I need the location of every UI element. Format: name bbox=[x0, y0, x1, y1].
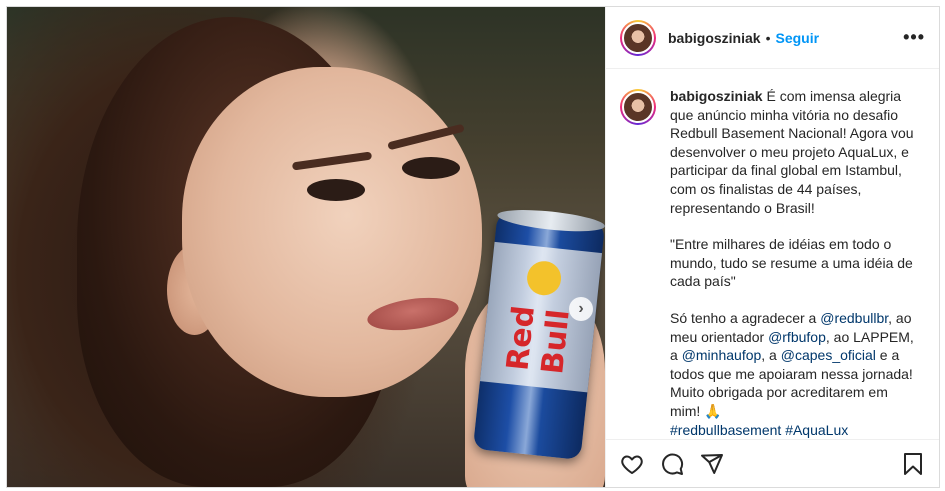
header-username[interactable]: babigosziniak bbox=[668, 30, 761, 46]
photo-eye-right bbox=[402, 157, 460, 179]
post-actions bbox=[606, 439, 939, 487]
caption-body-1: É com imensa alegria que anúncio minha v… bbox=[670, 88, 914, 216]
hashtag-redbullbasement[interactable]: #redbullbasement bbox=[670, 422, 781, 438]
post-media[interactable]: Red Bull › bbox=[7, 7, 605, 487]
next-image-button[interactable]: › bbox=[569, 297, 593, 321]
mention-redbullbr[interactable]: @redbullbr bbox=[820, 310, 888, 326]
photo-eye-left bbox=[307, 179, 365, 201]
caption-avatar[interactable] bbox=[620, 89, 656, 125]
instagram-post: Red Bull › babigosziniak • Seguir ••• ba… bbox=[6, 6, 940, 488]
hashtag-aqualux[interactable]: #AquaLux bbox=[785, 422, 848, 438]
caption-paragraph-2: "Entre milhares de idéias em todo o mund… bbox=[670, 236, 913, 290]
like-button[interactable] bbox=[620, 452, 644, 476]
caption-text: babigosziniak É com imensa alegria que a… bbox=[670, 87, 920, 439]
heart-icon bbox=[621, 455, 643, 474]
mention-capes-oficial[interactable]: @capes_oficial bbox=[781, 347, 876, 363]
post-sidebar: babigosziniak • Seguir ••• babigosziniak… bbox=[605, 7, 939, 487]
comments-section[interactable]: babigosziniak É com imensa alegria que a… bbox=[606, 69, 939, 439]
can-brand-text: Red Bull bbox=[500, 304, 577, 376]
comment-button[interactable] bbox=[660, 452, 684, 476]
more-icon[interactable]: ••• bbox=[903, 27, 925, 48]
caption-row: babigosziniak É com imensa alegria que a… bbox=[620, 87, 925, 439]
mention-minhaufop[interactable]: @minhaufop bbox=[682, 347, 762, 363]
avatar-image bbox=[622, 91, 654, 123]
photo-face bbox=[182, 67, 482, 397]
caption-username[interactable]: babigosziniak bbox=[670, 88, 763, 104]
caption-text-3a: Só tenho a agradecer a bbox=[670, 309, 821, 326]
save-button[interactable] bbox=[901, 452, 925, 476]
avatar[interactable] bbox=[620, 19, 656, 56]
caption-paragraph-4: Muito obrigada por acreditarem em mim! 🙏 bbox=[670, 384, 888, 419]
avatar-image bbox=[622, 21, 654, 54]
comment-icon bbox=[662, 453, 684, 475]
caption-paragraph-3: Só tenho a agradecer a @redbullbr, ao me… bbox=[670, 309, 920, 383]
caption-hashtags: #redbullbasement #AquaLux bbox=[670, 421, 920, 440]
header-separator: • bbox=[765, 29, 771, 46]
share-button[interactable] bbox=[700, 452, 724, 476]
caption-text-3d: , a bbox=[761, 347, 781, 364]
caption-paragraph-1: babigosziniak É com imensa alegria que a… bbox=[670, 87, 920, 217]
post-header: babigosziniak • Seguir ••• bbox=[606, 7, 939, 69]
share-icon bbox=[701, 453, 723, 474]
chevron-right-icon: › bbox=[578, 300, 584, 317]
bookmark-icon bbox=[904, 452, 922, 475]
mention-rfbufop[interactable]: @rfbufop bbox=[768, 329, 826, 345]
follow-button[interactable]: Seguir bbox=[775, 30, 819, 46]
